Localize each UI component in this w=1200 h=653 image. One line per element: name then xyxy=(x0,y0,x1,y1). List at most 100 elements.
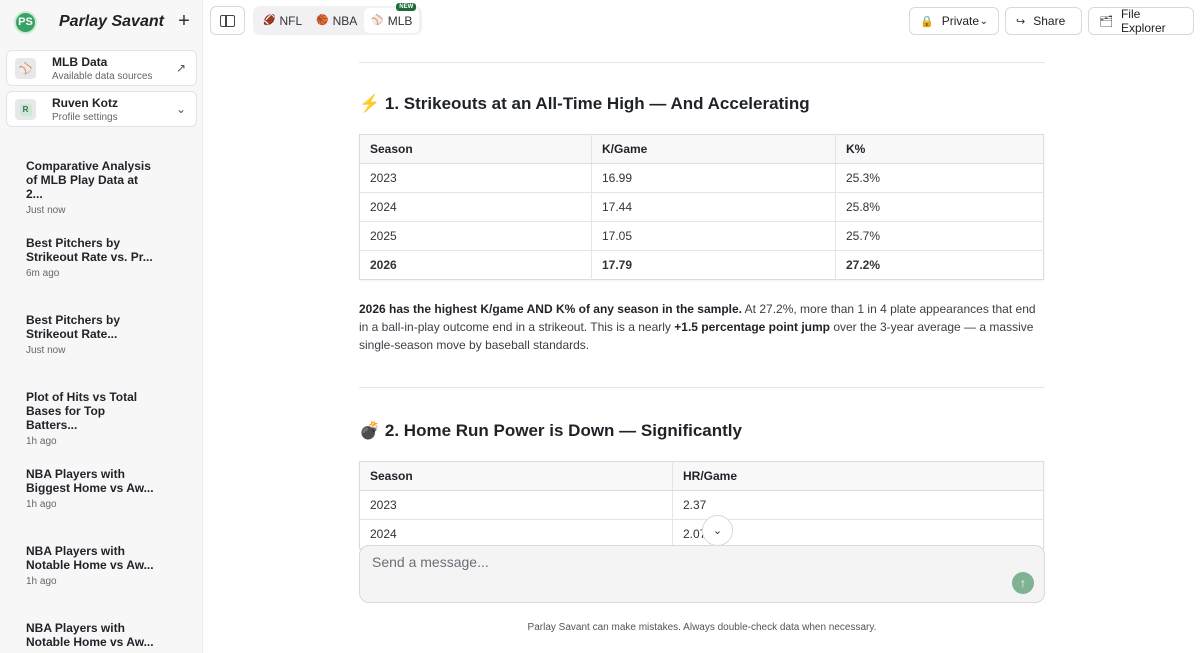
file-explorer-icon: 🗂 xyxy=(1099,15,1113,28)
data-card-subtitle: Available data sources xyxy=(52,71,153,82)
table-cell: 25.3% xyxy=(835,163,1044,193)
topbar: 🏈 NFL 🏀 NBA ⚾ MLB NEW 🔒 Private ⌄ ↪ Shar… xyxy=(203,0,1200,44)
bold-text: +1.5 percentage point jump xyxy=(674,320,830,334)
conversation-title: Best Pitchers by Strikeout Rate... xyxy=(26,313,121,341)
football-icon: 🏈 xyxy=(263,15,276,26)
column-header: K/Game xyxy=(591,134,836,164)
table-cell: 2026 xyxy=(359,250,592,280)
table-row: 2023 2.37 xyxy=(359,490,1044,520)
tab-nfl[interactable]: 🏈 NFL xyxy=(256,8,309,33)
column-header: K% xyxy=(835,134,1044,164)
toggle-sidebar-button[interactable] xyxy=(210,6,245,35)
chat-content: ⚡ 1. Strikeouts at an All-Time High — An… xyxy=(359,44,1045,549)
conversation-item[interactable]: NBA Players with Notable Home vs Aw... 1… xyxy=(26,544,156,587)
column-header: Season xyxy=(359,461,673,491)
conversation-title: Comparative Analysis of MLB Play Data at… xyxy=(26,159,151,201)
sidebar-panel-icon xyxy=(220,14,235,27)
share-label: Share xyxy=(1033,14,1066,28)
home-run-table: Season HR/Game 2023 2.37 2024 2.07 xyxy=(359,461,1044,549)
conversation-time: Just now xyxy=(26,205,66,216)
data-sources-card[interactable]: ⚾ MLB Data Available data sources ↗ xyxy=(6,50,197,86)
table-cell: 17.79 xyxy=(591,250,836,280)
conversation-time: 1h ago xyxy=(26,436,57,447)
section-heading: 💣 2. Home Run Power is Down — Significan… xyxy=(359,421,1045,441)
conversation-item[interactable]: Plot of Hits vs Total Bases for Top Batt… xyxy=(26,390,156,447)
basketball-icon: 🏀 xyxy=(316,15,329,26)
conversation-title: Best Pitchers by Strikeout Rate vs. Pr..… xyxy=(26,236,153,264)
bomb-icon: 💣 xyxy=(359,421,381,440)
chevron-down-icon: ⌄ xyxy=(712,525,723,537)
app-name: Parlay Savant xyxy=(59,13,164,30)
send-button[interactable]: ↑ xyxy=(1012,572,1034,594)
table-cell: 25.7% xyxy=(835,221,1044,251)
sidebar: PS Parlay Savant + ⚾ MLB Data Available … xyxy=(0,0,203,653)
lock-icon: 🔒 xyxy=(920,15,934,28)
tab-nba[interactable]: 🏀 NBA xyxy=(309,8,364,33)
profile-subtitle: Profile settings xyxy=(52,112,118,123)
message-input[interactable] xyxy=(372,552,972,572)
baseball-icon: ⚾ xyxy=(371,15,384,26)
table-header-row: Season HR/Game xyxy=(359,461,1044,491)
brand-logo: PS xyxy=(14,10,37,34)
table-cell: 2023 xyxy=(359,490,673,520)
plus-icon: + xyxy=(178,10,190,32)
section-title: 2. Home Run Power is Down — Significantl… xyxy=(384,421,742,440)
divider xyxy=(359,62,1045,63)
table-cell: 17.05 xyxy=(591,221,836,251)
message-composer: ↑ xyxy=(359,545,1045,603)
table-row: 2024 17.44 25.8% xyxy=(359,192,1044,222)
column-header: HR/Game xyxy=(672,461,1044,491)
conversation-title: NBA Players with Biggest Home vs Aw... xyxy=(26,467,154,495)
tab-mlb[interactable]: ⚾ MLB NEW xyxy=(364,3,420,33)
file-explorer-label: File Explorer xyxy=(1120,7,1166,35)
table-cell: 17.44 xyxy=(591,192,836,222)
table-cell: 27.2% xyxy=(835,250,1044,280)
table-header-row: Season K/Game K% xyxy=(359,134,1044,164)
conversation-item[interactable]: NBA Players with Biggest Home vs Aw... 1… xyxy=(26,467,156,510)
table-cell: 2025 xyxy=(359,221,592,251)
section-heading: ⚡ 1. Strikeouts at an All-Time High — An… xyxy=(359,94,1045,114)
strikeouts-table: Season K/Game K% 2023 16.99 25.3% 2024 1… xyxy=(359,134,1044,280)
conversation-item[interactable]: Best Pitchers by Strikeout Rate... Just … xyxy=(26,313,156,356)
table-row: 2026 17.79 27.2% xyxy=(359,250,1044,280)
divider xyxy=(359,387,1045,388)
conversation-time: Just now xyxy=(26,345,66,356)
bold-text: 2026 has the highest K/game AND K% of an… xyxy=(359,302,742,316)
baseball-icon: ⚾ xyxy=(15,58,36,79)
avatar: R xyxy=(15,99,36,120)
external-link-icon[interactable]: ↗ xyxy=(176,61,186,75)
file-explorer-button[interactable]: 🗂 File Explorer xyxy=(1088,7,1194,35)
new-chat-button[interactable]: + xyxy=(174,11,194,31)
tab-label: MLB xyxy=(387,13,413,28)
arrow-up-icon: ↑ xyxy=(1020,576,1026,590)
conversation-item[interactable]: NBA Players with Notable Home vs Aw... xyxy=(26,621,156,649)
share-icon: ↪ xyxy=(1016,15,1026,28)
share-button[interactable]: ↪ Share xyxy=(1005,7,1082,35)
scroll-to-bottom-button[interactable]: ⌄ xyxy=(702,515,733,546)
table-cell: 2.37 xyxy=(672,490,1044,520)
table-cell: 16.99 xyxy=(591,163,836,193)
conversation-time: 6m ago xyxy=(26,268,60,279)
new-badge: NEW xyxy=(396,3,417,11)
sport-tabs: 🏈 NFL 🏀 NBA ⚾ MLB NEW xyxy=(253,3,423,35)
section-title: 1. Strikeouts at an All-Time High — And … xyxy=(384,94,810,113)
conversation-title: Plot of Hits vs Total Bases for Top Batt… xyxy=(26,390,138,432)
data-card-title: MLB Data xyxy=(52,55,108,69)
chevron-down-icon[interactable]: ⌄ xyxy=(176,102,186,116)
chevron-down-icon: ⌄ xyxy=(979,15,988,27)
analysis-paragraph: 2026 has the highest K/game AND K% of an… xyxy=(359,300,1045,354)
conversation-time: 1h ago xyxy=(26,576,57,587)
conversation-time: 1h ago xyxy=(26,499,57,510)
profile-name: Ruven Kotz xyxy=(52,96,118,110)
table-row: 2025 17.05 25.7% xyxy=(359,221,1044,251)
brand[interactable]: PS Parlay Savant xyxy=(14,10,164,34)
privacy-dropdown[interactable]: 🔒 Private ⌄ xyxy=(909,7,999,35)
profile-card[interactable]: R Ruven Kotz Profile settings ⌄ xyxy=(6,91,197,127)
conversation-item[interactable]: Best Pitchers by Strikeout Rate vs. Pr..… xyxy=(26,236,156,279)
table-row: 2023 16.99 25.3% xyxy=(359,163,1044,193)
disclaimer: Parlay Savant can make mistakes. Always … xyxy=(527,622,877,633)
table-cell: 2023 xyxy=(359,163,592,193)
conversation-title: NBA Players with Notable Home vs Aw... xyxy=(26,544,154,572)
conversation-title: NBA Players with Notable Home vs Aw... xyxy=(26,621,154,649)
conversation-item[interactable]: Comparative Analysis of MLB Play Data at… xyxy=(26,159,156,216)
